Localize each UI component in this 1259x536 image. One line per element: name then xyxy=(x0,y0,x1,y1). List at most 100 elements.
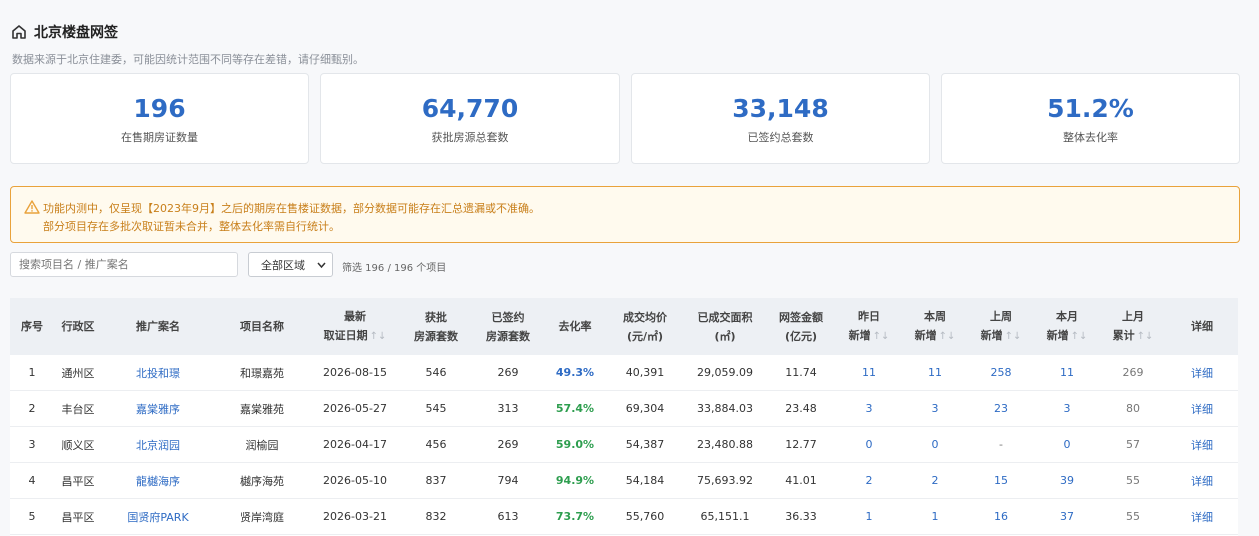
cell-signed: 794 xyxy=(472,462,544,499)
cell-district: 通州区 xyxy=(54,355,102,391)
stat-value: 51.2% xyxy=(1047,94,1134,123)
column-header-approved: 获批 房源套数 xyxy=(400,298,472,355)
cell-district: 昌平区 xyxy=(54,462,102,499)
cell-area: 29,059.09 xyxy=(684,355,766,391)
cell-area: 65,151.1 xyxy=(684,498,766,535)
header-label: 本月 xyxy=(1056,310,1078,323)
header-label: 本周 xyxy=(924,310,946,323)
cell-this-month: 0 xyxy=(1034,426,1100,463)
cell-rate: 49.3% xyxy=(544,355,606,391)
cell-signed: 269 xyxy=(472,355,544,391)
column-header-last-month[interactable]: 上月 累计 ↑↓ xyxy=(1100,298,1166,355)
column-header-this-month[interactable]: 本月新增 ↑↓ xyxy=(1034,298,1100,355)
cell-last-week: 23 xyxy=(968,390,1034,427)
header-label-sub: (亿元) xyxy=(784,329,818,343)
cell-rate: 94.9% xyxy=(544,462,606,499)
cell-no: 4 xyxy=(10,462,54,499)
stat-card-listings: 196 在售期房证数量 xyxy=(10,73,309,164)
table-row: 4 昌平区 龍樾海序 樾序海苑 2026-05-10 837 794 94.9% 54,184 7… xyxy=(10,462,1238,499)
header-label-sub: 新增 xyxy=(848,329,871,342)
header-label: 网签金额 xyxy=(779,310,823,324)
column-header-district: 行政区 xyxy=(54,298,102,355)
sort-icon[interactable]: ↑↓ xyxy=(1137,331,1154,342)
cell-no: 2 xyxy=(10,390,54,427)
cell-detail[interactable]: 详细 xyxy=(1166,498,1238,535)
column-header-last-week[interactable]: 上周 新增 ↑↓ xyxy=(968,298,1034,355)
search-input[interactable] xyxy=(10,252,238,277)
cell-date: 2026-05-10 xyxy=(310,462,400,499)
header-label: 详细 xyxy=(1191,320,1213,333)
cell-yesterday: 11 xyxy=(836,355,902,391)
header-label: 成交均价 xyxy=(623,310,667,324)
header-label: 去化率 xyxy=(558,320,592,333)
column-header-signed: 已签约 房源套数 xyxy=(472,298,544,355)
stat-label: 获批房源总套数 xyxy=(431,131,509,144)
chevron-down-icon xyxy=(317,262,326,269)
cell-detail[interactable]: 详细 xyxy=(1166,462,1238,499)
cell-this-month: 37 xyxy=(1034,498,1100,535)
cell-approved: 456 xyxy=(400,426,472,463)
stat-value: 64,770 xyxy=(421,94,519,123)
stat-card-signed: 33,148 已签约总套数 xyxy=(631,73,930,164)
header-label-sub: 房源套数 xyxy=(414,329,458,343)
column-header-promo: 推广案名 xyxy=(102,298,214,355)
cell-last-week: 258 xyxy=(968,355,1034,391)
cell-amount: 36.33 xyxy=(766,498,836,535)
column-header-date[interactable]: 最新 取证日期 ↑↓ xyxy=(310,298,400,355)
header-label-sub: 房源套数 xyxy=(486,329,530,343)
cell-detail[interactable]: 详细 xyxy=(1166,426,1238,463)
sort-icon[interactable]: ↑↓ xyxy=(1005,331,1022,342)
cell-promo[interactable]: 龍樾海序 xyxy=(102,462,214,499)
cell-promo[interactable]: 嘉棠雅序 xyxy=(102,390,214,427)
cell-rate: 57.4% xyxy=(544,390,606,427)
page-header: 北京楼盘网签 xyxy=(10,22,118,42)
cell-project: 嘉棠雅苑 xyxy=(214,390,310,427)
region-select[interactable]: 全部区域 xyxy=(248,252,333,277)
sort-icon[interactable]: ↑↓ xyxy=(370,331,387,342)
cell-this-month: 3 xyxy=(1034,390,1100,427)
sort-icon[interactable]: ↑↓ xyxy=(873,331,890,342)
header-label: 获批 xyxy=(425,310,447,324)
header-label: 已签约 xyxy=(491,310,525,324)
cell-promo[interactable]: 北京润园 xyxy=(102,426,214,463)
home-icon xyxy=(12,25,26,39)
cell-amount: 12.77 xyxy=(766,426,836,463)
cell-promo[interactable]: 国贤府PARK xyxy=(102,498,214,535)
cell-last-week: 15 xyxy=(968,462,1034,499)
header-label-sub: (元/㎡) xyxy=(626,329,664,343)
column-header-yesterday[interactable]: 昨日 新增 ↑↓ xyxy=(836,298,902,355)
cell-detail[interactable]: 详细 xyxy=(1166,355,1238,391)
cell-area: 23,480.88 xyxy=(684,426,766,463)
sort-icon[interactable]: ↑↓ xyxy=(1071,331,1088,342)
header-label-sub: 取证日期 xyxy=(323,329,368,342)
cell-this-week: 3 xyxy=(902,390,968,427)
stat-value: 33,148 xyxy=(732,94,829,123)
header-label: 已成交面积 xyxy=(697,310,753,324)
cell-amount: 41.01 xyxy=(766,462,836,499)
page-title: 北京楼盘网签 xyxy=(34,25,118,41)
warning-icon xyxy=(24,200,40,214)
column-header-this-week[interactable]: 本周 新增 ↑↓ xyxy=(902,298,968,355)
header-label-sub: 累计 xyxy=(1112,329,1135,342)
cell-district: 顺义区 xyxy=(54,426,102,463)
table-row: 5 昌平区 国贤府PARK 贤岸湾庭 2026-03-21 832 613 73.7% 55,7… xyxy=(10,498,1238,535)
cell-last-week: 16 xyxy=(968,498,1034,535)
warning-alert: 功能内测中，仅呈现【2023年9月】之后的期房在售楼证数据，部分数据可能存在汇总… xyxy=(10,186,1240,243)
cell-detail[interactable]: 详细 xyxy=(1166,390,1238,427)
header-label-sub: 新增 xyxy=(1046,329,1069,342)
table-row: 1 通州区 北投和璟 和璟嘉苑 2026-08-15 546 269 49.3% 40,391 2… xyxy=(10,355,1238,391)
cell-project: 樾序海苑 xyxy=(214,462,310,499)
column-header-project: 项目名称 xyxy=(214,298,310,355)
cell-no: 1 xyxy=(10,355,54,391)
cell-district: 丰台区 xyxy=(54,390,102,427)
header-label: 项目名称 xyxy=(240,320,284,333)
column-header-detail: 详细 xyxy=(1166,298,1238,355)
cell-promo[interactable]: 北投和璟 xyxy=(102,355,214,391)
cell-area: 75,693.92 xyxy=(684,462,766,499)
cell-approved: 546 xyxy=(400,355,472,391)
cell-yesterday: 1 xyxy=(836,498,902,535)
cell-amount: 11.74 xyxy=(766,355,836,391)
cell-approved: 837 xyxy=(400,462,472,499)
cell-approved: 832 xyxy=(400,498,472,535)
sort-icon[interactable]: ↑↓ xyxy=(939,331,956,342)
